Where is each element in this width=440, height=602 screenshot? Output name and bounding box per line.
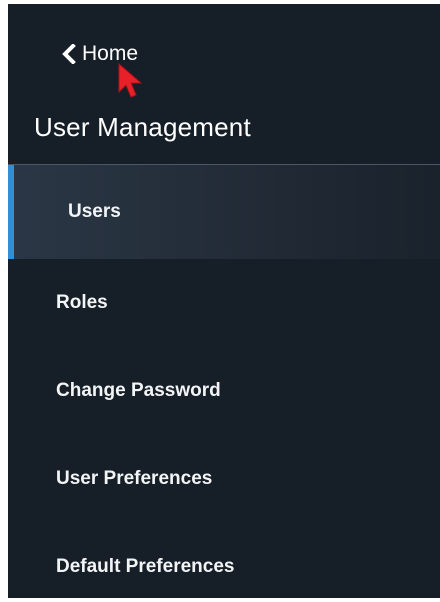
menu-list: Users Roles Change Password User Prefere… — [8, 165, 440, 598]
menu-item-label: Change Password — [56, 380, 221, 401]
menu-item-users[interactable]: Users — [8, 165, 440, 259]
menu-item-label: Users — [68, 201, 121, 222]
section-title: User Management — [34, 112, 251, 142]
menu-item-default-preferences[interactable]: Default Preferences — [8, 523, 440, 598]
menu-item-label: Roles — [56, 292, 108, 313]
menu-item-label: User Preferences — [56, 468, 213, 489]
mouse-cursor-icon — [118, 62, 143, 98]
sidebar-panel: Home User Management Users Roles Change … — [8, 4, 440, 598]
menu-item-user-preferences[interactable]: User Preferences — [8, 435, 440, 523]
chevron-left-icon — [58, 43, 80, 65]
menu-item-label: Default Preferences — [56, 556, 235, 577]
menu-item-change-password[interactable]: Change Password — [8, 347, 440, 435]
menu-item-roles[interactable]: Roles — [8, 259, 440, 347]
